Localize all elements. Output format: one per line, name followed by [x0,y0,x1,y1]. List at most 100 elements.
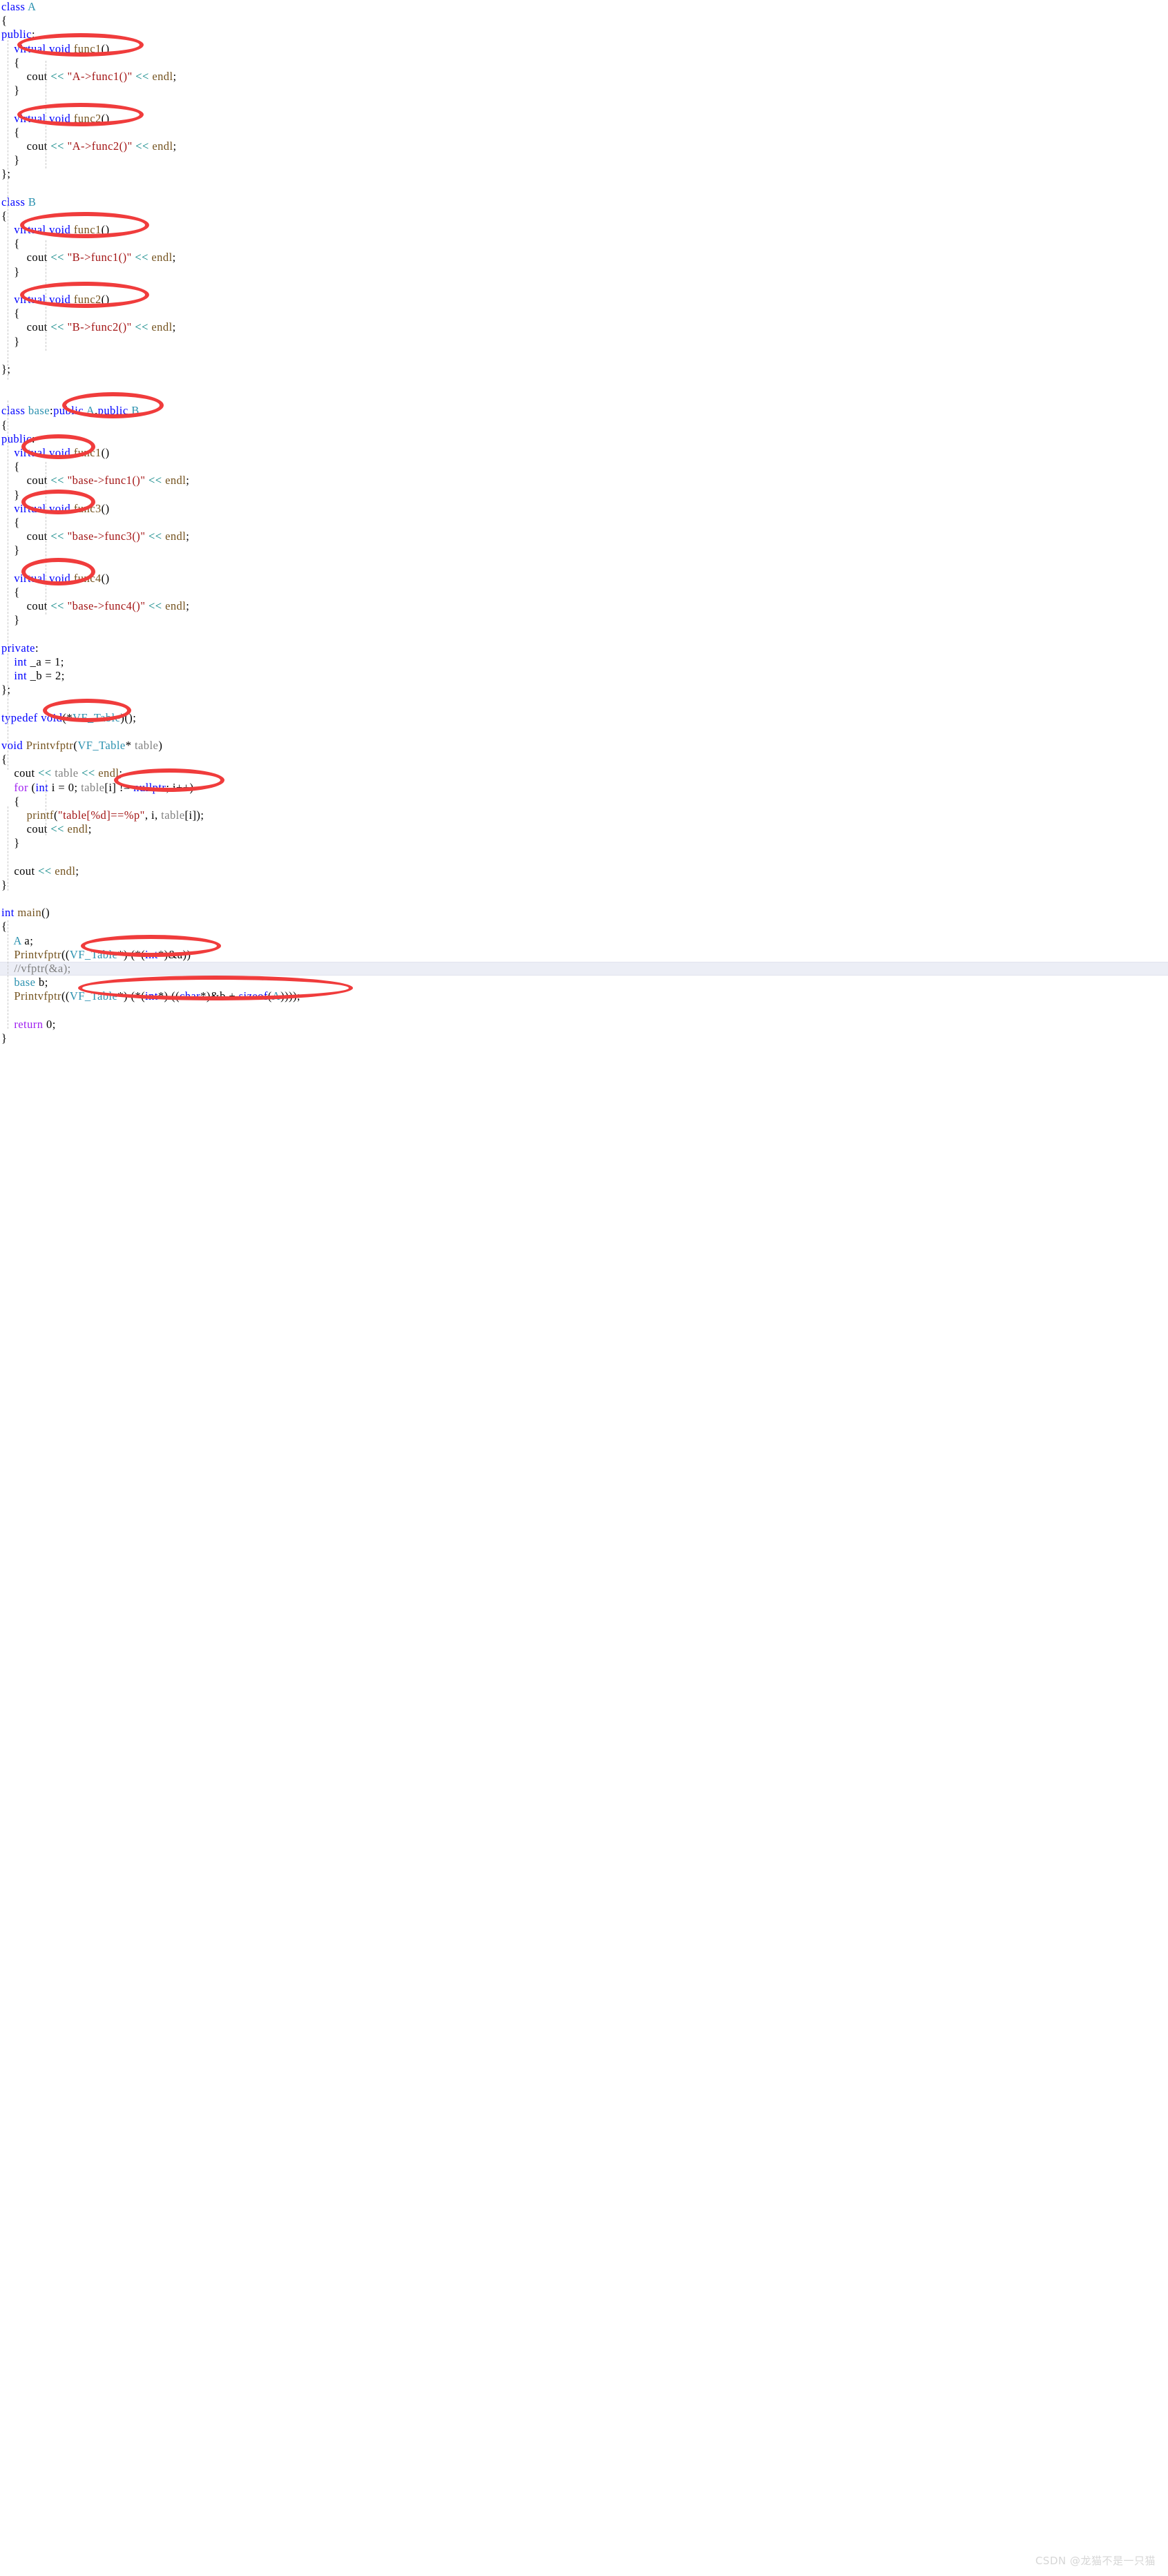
code-line[interactable]: class base:public A,public B [0,404,1168,418]
code-token: B [28,195,37,209]
code-line[interactable]: { [0,126,1168,139]
code-line[interactable]: Printvfptr((VF_Table*) (*(int*) ((char*)… [0,989,1168,1003]
code-line[interactable]: base b; [0,976,1168,989]
code-token: [i] [104,780,119,794]
code-line[interactable]: cout << "A->func2()" << endl; [0,139,1168,153]
code-token: ; [172,251,176,264]
code-viewer[interactable]: class A{public: virtual void func1() { c… [0,0,1168,1045]
code-line[interactable]: class B [0,195,1168,209]
code-token: VF_Table [73,710,121,724]
code-line[interactable]: } [0,836,1168,850]
code-line[interactable] [0,558,1168,572]
code-token: *) (*( [117,947,146,961]
code-line[interactable]: } [0,1032,1168,1045]
code-token: "A->func1()" [67,69,133,83]
code-line[interactable]: { [0,307,1168,320]
code-token: ; [186,474,190,487]
code-line[interactable] [0,349,1168,362]
code-line[interactable]: int _a = 1; [0,655,1168,669]
code-line[interactable]: cout << "B->func1()" << endl; [0,251,1168,264]
code-line[interactable]: { [0,209,1168,223]
code-line[interactable]: } [0,265,1168,279]
code-line[interactable]: } [0,543,1168,557]
code-line[interactable]: }; [0,683,1168,697]
code-line[interactable]: cout << endl; [0,822,1168,836]
code-line[interactable] [0,627,1168,641]
code-token: } [1,487,20,501]
code-token: func2 [73,292,102,306]
code-line[interactable] [0,376,1168,390]
code-line[interactable]: virtual void func1() [0,446,1168,460]
code-line[interactable]: } [0,488,1168,502]
code-line[interactable]: cout << "base->func3()" << endl; [0,530,1168,543]
code-line[interactable]: cout << "base->func1()" << endl; [0,474,1168,487]
code-line[interactable]: cout << "B->func2()" << endl; [0,320,1168,334]
code-line[interactable]: }; [0,167,1168,181]
code-line[interactable]: { [0,753,1168,766]
code-line[interactable]: int _b = 2; [0,669,1168,683]
code-line[interactable]: virtual void func1() [0,42,1168,56]
code-token: "base->func4()" [67,599,146,613]
code-line[interactable]: typedef void(*VF_Table)(); [0,711,1168,725]
code-line[interactable] [0,279,1168,293]
code-line[interactable]: } [0,335,1168,349]
code-line[interactable]: printf("table[%d]==%p", i, table[i]); [0,808,1168,822]
code-token: () [101,501,110,515]
code-line[interactable]: { [0,14,1168,28]
code-line[interactable]: virtual void func3() [0,502,1168,516]
code-token: public [1,432,32,445]
code-line[interactable]: int main() [0,906,1168,920]
code-line[interactable]: public: [0,432,1168,446]
code-line[interactable]: { [0,920,1168,933]
code-line[interactable] [0,697,1168,710]
code-line[interactable]: } [0,84,1168,97]
code-token: { [1,794,20,808]
code-line[interactable]: { [0,56,1168,70]
code-line[interactable] [0,725,1168,739]
code-token: { [1,209,8,222]
code-line[interactable]: cout << table << endl; [0,766,1168,780]
code-line[interactable]: cout << "base->func4()" << endl; [0,599,1168,613]
code-line[interactable]: { [0,516,1168,530]
code-token: , [155,808,162,822]
code-line[interactable]: //vfptr(&a); [0,961,1168,976]
code-line[interactable]: virtual void func1() [0,223,1168,237]
code-line[interactable]: { [0,585,1168,599]
code-line[interactable] [0,892,1168,906]
code-line[interactable]: { [0,418,1168,432]
code-line[interactable]: void Printvfptr(VF_Table* table) [0,739,1168,753]
watermark: CSDN @龙猫不是一只猫 [1035,2555,1156,2567]
code-token: endl [67,822,88,836]
code-line[interactable]: class A [0,0,1168,14]
code-line[interactable]: } [0,613,1168,627]
code-line[interactable] [0,390,1168,404]
code-line[interactable]: cout << endl; [0,864,1168,878]
code-line[interactable]: public: [0,28,1168,41]
code-line[interactable]: virtual void func2() [0,112,1168,126]
code-token: << [38,766,52,780]
code-line[interactable]: A a; [0,934,1168,948]
code-line[interactable]: } [0,153,1168,167]
code-token: void [49,446,71,459]
code-line[interactable] [0,181,1168,195]
code-line[interactable]: return 0; [0,1018,1168,1032]
code-line[interactable] [0,97,1168,111]
code-token: cout [26,474,48,487]
code-line[interactable]: { [0,237,1168,251]
code-line[interactable]: } [0,878,1168,892]
code-token: = [45,669,55,682]
code-token: ; [186,530,190,543]
code-line[interactable]: { [0,460,1168,474]
code-line[interactable]: Printvfptr((VF_Table*) (*(int*)&a)) [0,948,1168,962]
code-line[interactable]: for (int i = 0; table[i] != nullptr; i++… [0,781,1168,795]
code-line[interactable]: { [0,795,1168,808]
code-line[interactable]: virtual void func4() [0,572,1168,585]
code-line[interactable]: private: [0,641,1168,655]
code-line[interactable]: virtual void func2() [0,293,1168,307]
code-line[interactable]: }; [0,362,1168,376]
code-line[interactable] [0,850,1168,864]
code-line[interactable]: cout << "A->func1()" << endl; [0,70,1168,84]
code-token: printf [26,808,54,822]
code-line[interactable] [0,1004,1168,1018]
